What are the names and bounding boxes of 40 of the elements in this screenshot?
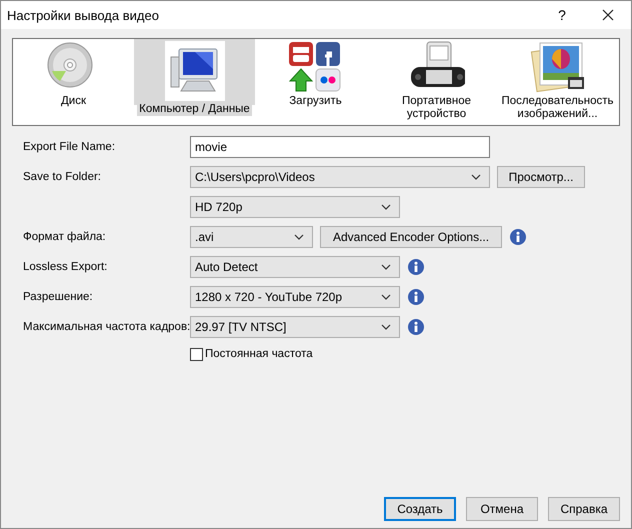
- info-icon[interactable]: [408, 319, 424, 335]
- dialog-button[interactable]: Создать: [384, 497, 456, 521]
- window-title: Настройки вывода видео: [7, 8, 160, 22]
- field-label: Формат файла:: [23, 231, 106, 243]
- checkbox-label: Постоянная частота: [205, 348, 313, 360]
- close-icon: [602, 9, 614, 21]
- text-field[interactable]: movie: [190, 136, 490, 158]
- computer-icon: [164, 41, 224, 101]
- field-label: Максимальная частота кадров:: [23, 321, 190, 333]
- field-label: Разрешение:: [23, 291, 93, 303]
- field-label: Lossless Export:: [23, 261, 108, 273]
- browse-button[interactable]: Advanced Encoder Options...: [320, 226, 502, 248]
- checkbox[interactable]: [190, 348, 203, 360]
- chevron-down-icon: [381, 294, 391, 300]
- category-item[interactable]: Портативное устройство: [376, 39, 497, 125]
- info-icon[interactable]: [408, 289, 424, 305]
- category-item[interactable]: Диск: [13, 39, 134, 125]
- category-item[interactable]: Последовательность изображений...: [497, 39, 618, 125]
- chevron-down-icon: [294, 234, 304, 240]
- field-label: Export File Name:: [23, 141, 116, 153]
- info-icon[interactable]: [408, 259, 424, 275]
- chevron-down-icon: [381, 264, 391, 270]
- help-button[interactable]: ?: [539, 1, 585, 29]
- dropdown[interactable]: HD 720p: [190, 196, 400, 218]
- dropdown[interactable]: 29.97 [TV NTSC]: [190, 316, 400, 338]
- dropdown[interactable]: Auto Detect: [190, 256, 400, 278]
- dialog-button[interactable]: Справка: [548, 497, 620, 521]
- chevron-down-icon: [381, 324, 391, 330]
- browse-button[interactable]: Просмотр...: [497, 166, 585, 188]
- dropdown[interactable]: .avi: [190, 226, 313, 248]
- field-label: Save to Folder:: [23, 171, 101, 183]
- chevron-down-icon: [381, 204, 391, 210]
- dropdown[interactable]: 1280 x 720 - YouTube 720p: [190, 286, 400, 308]
- info-icon[interactable]: [510, 229, 526, 245]
- photo-stack-icon: [530, 41, 586, 93]
- social-icons-drawing: [288, 41, 344, 93]
- chevron-down-icon: [471, 174, 481, 180]
- dialog-button[interactable]: Отмена: [466, 497, 538, 521]
- dropdown[interactable]: C:\Users\pcpro\Videos: [190, 166, 490, 188]
- category-item[interactable]: Загрузить: [255, 39, 376, 125]
